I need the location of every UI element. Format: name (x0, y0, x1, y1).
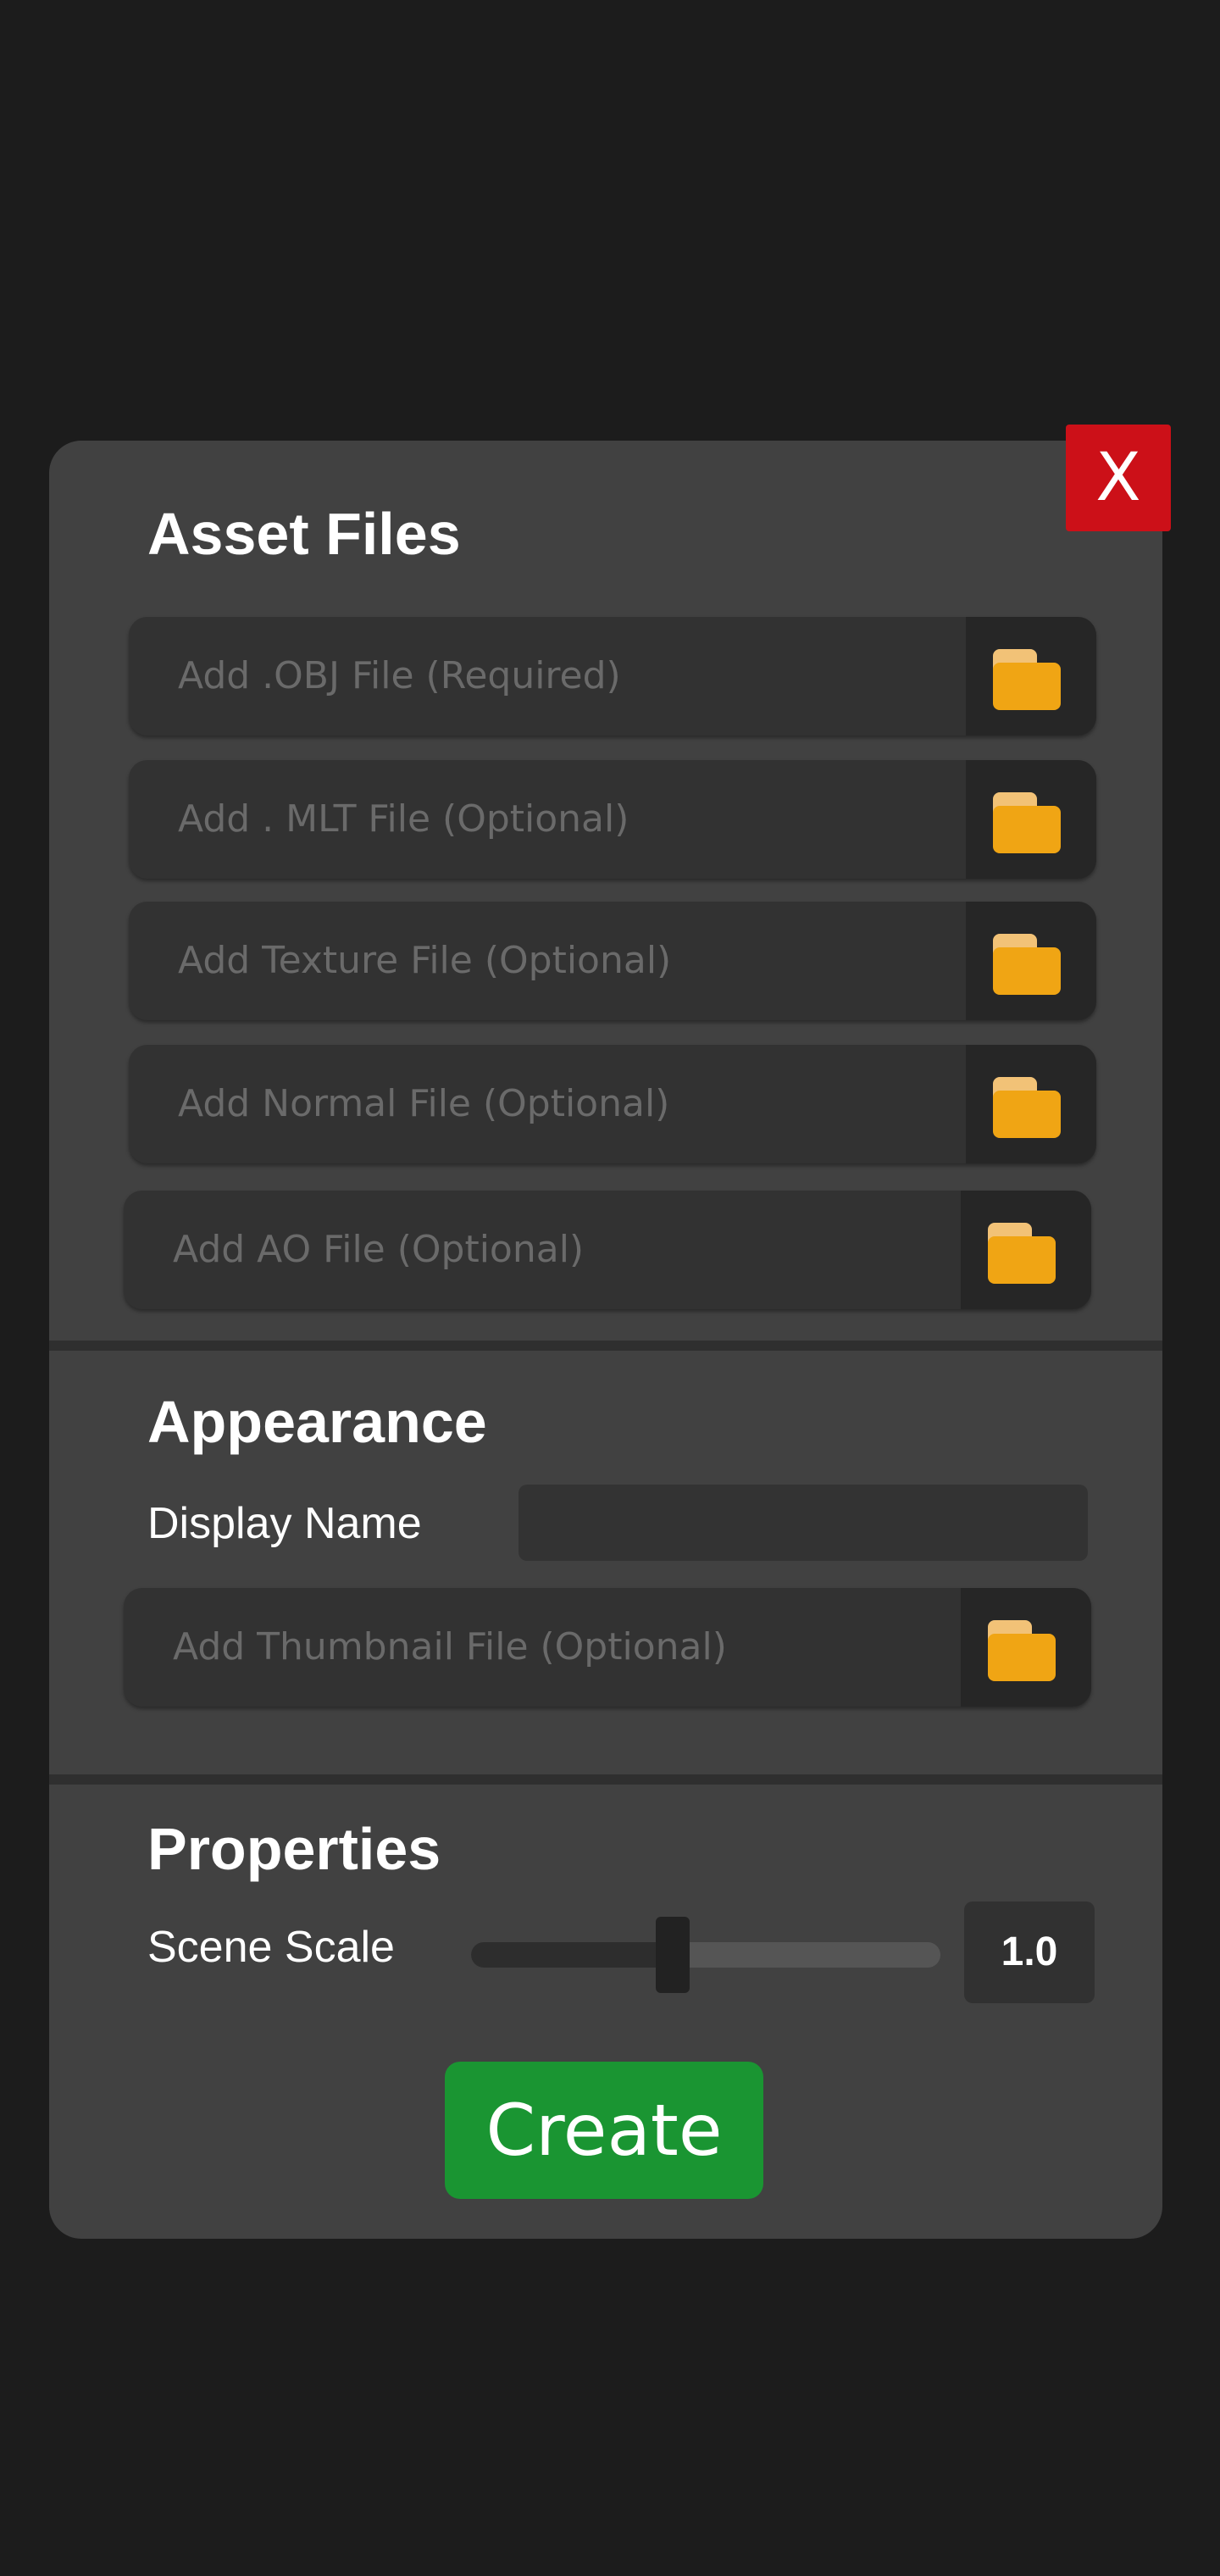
folder-icon (993, 649, 1061, 710)
folder-icon (993, 1077, 1061, 1138)
obj-file-placeholder: Add .OBJ File (Required) (178, 654, 621, 697)
scene-scale-label: Scene Scale (147, 1923, 395, 1972)
folder-icon (993, 792, 1061, 853)
texture-browse-button[interactable] (966, 902, 1096, 1020)
close-button[interactable]: X (1066, 425, 1171, 531)
obj-browse-button[interactable] (966, 617, 1096, 736)
thumbnail-file-placeholder: Add Thumbnail File (Optional) (173, 1625, 727, 1668)
mlt-file-placeholder: Add . MLT File (Optional) (178, 797, 629, 841)
normal-file-field[interactable]: Add Normal File (Optional) (129, 1045, 1096, 1163)
scene-scale-value[interactable]: 1.0 (964, 1901, 1095, 2003)
appearance-heading: Appearance (147, 1389, 487, 1455)
normal-file-placeholder: Add Normal File (Optional) (178, 1082, 670, 1125)
scene-scale-slider-thumb[interactable] (656, 1917, 690, 1993)
texture-file-placeholder: Add Texture File (Optional) (178, 939, 672, 982)
mlt-file-field[interactable]: Add . MLT File (Optional) (129, 760, 1096, 879)
section-divider (49, 1341, 1162, 1351)
folder-icon (988, 1620, 1056, 1681)
mlt-browse-button[interactable] (966, 760, 1096, 879)
display-name-input[interactable] (518, 1485, 1088, 1561)
ao-browse-button[interactable] (961, 1191, 1091, 1309)
obj-file-field[interactable]: Add .OBJ File (Required) (129, 617, 1096, 736)
section-divider (49, 1774, 1162, 1785)
normal-browse-button[interactable] (966, 1045, 1096, 1163)
ao-file-placeholder: Add AO File (Optional) (173, 1228, 585, 1271)
thumbnail-file-field[interactable]: Add Thumbnail File (Optional) (124, 1588, 1091, 1707)
folder-icon (993, 934, 1061, 995)
asset-files-heading: Asset Files (147, 501, 461, 567)
thumbnail-browse-button[interactable] (961, 1588, 1091, 1707)
scene-scale-slider-fill (471, 1942, 674, 1968)
ao-file-field[interactable]: Add AO File (Optional) (124, 1191, 1091, 1309)
scene-scale-slider[interactable] (471, 1942, 940, 1968)
display-name-label: Display Name (147, 1499, 422, 1548)
create-button[interactable]: Create (445, 2062, 763, 2199)
texture-file-field[interactable]: Add Texture File (Optional) (129, 902, 1096, 1020)
properties-heading: Properties (147, 1816, 441, 1882)
folder-icon (988, 1223, 1056, 1284)
